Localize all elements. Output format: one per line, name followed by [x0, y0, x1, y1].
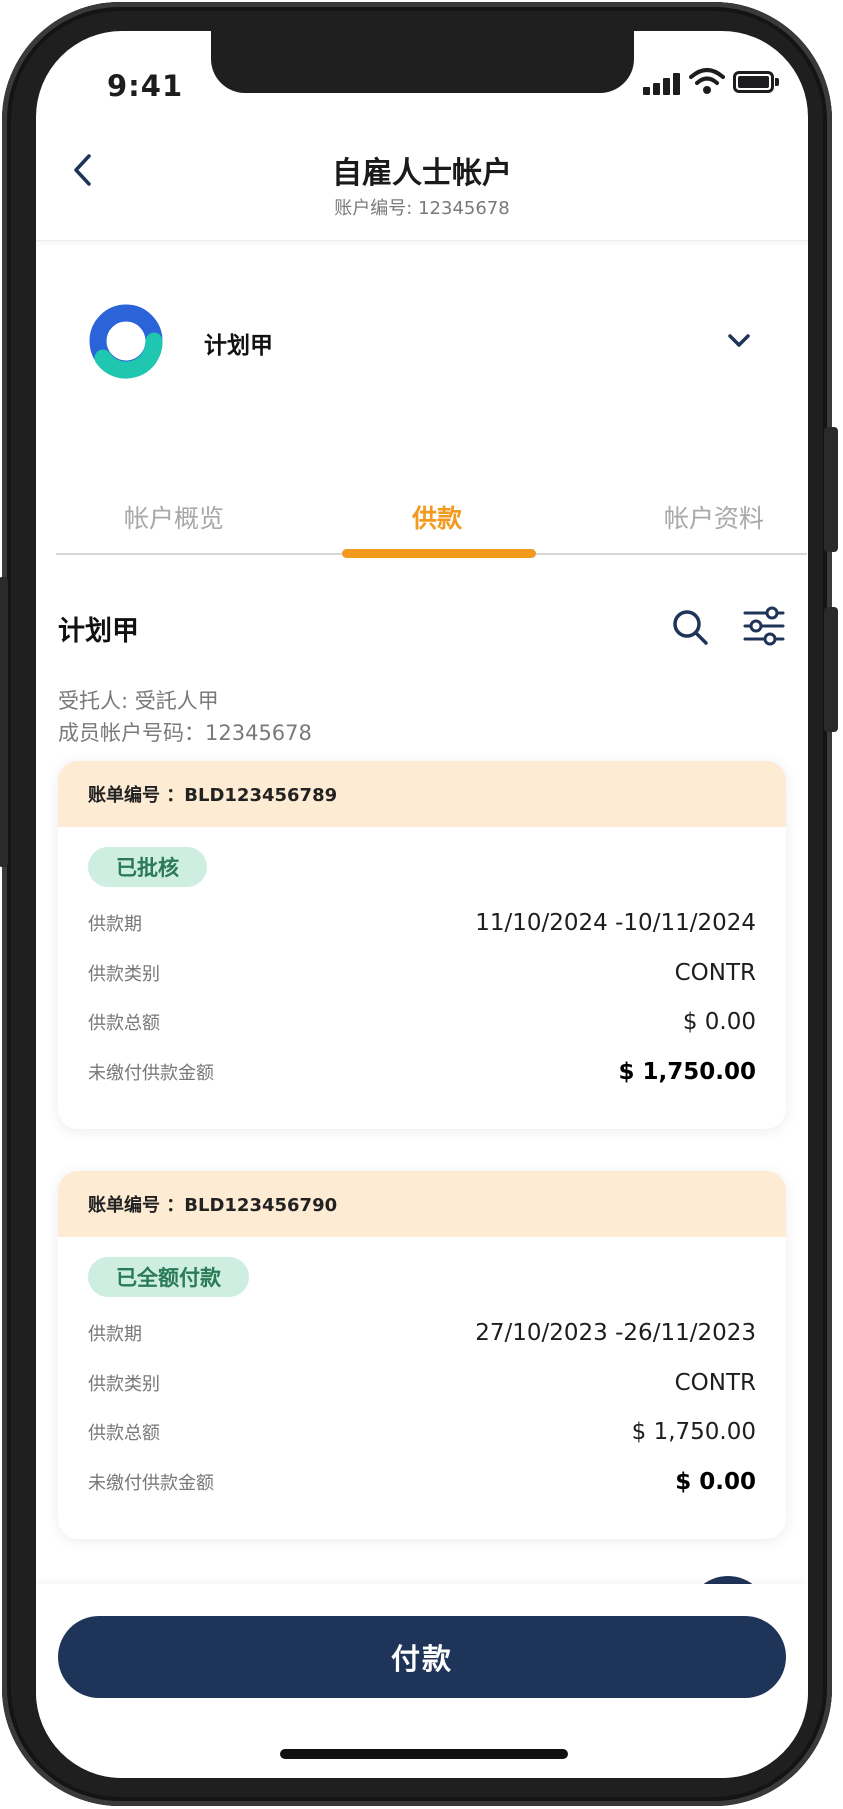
chevron-down-icon[interactable] [726, 331, 752, 351]
bill-card-header: 账单编号 ：BLD123456789 [58, 761, 786, 827]
row-label: 供款类别 [88, 964, 160, 985]
bill-row-total: 供款总额 $ 1,750.00 [88, 1412, 756, 1452]
phone-frame: 9:41 自雇人士帐户 账户编号: 12345678 计划甲 帐户概览 供款 帐… [0, 2, 838, 1806]
section-title: 计划甲 [58, 616, 139, 647]
row-value: $ 0.00 [682, 1009, 756, 1035]
wifi-icon [689, 68, 725, 94]
bill-row-period: 供款期 27/10/2023 -26/11/2023 [88, 1313, 756, 1353]
row-value: 11/10/2024 -10/11/2024 [475, 910, 756, 936]
bill-row-outstanding: 未缴付供款金额 $ 0.00 [88, 1462, 756, 1502]
battery-icon [733, 71, 779, 93]
plan-selector[interactable]: 计划甲 [86, 301, 776, 385]
notch [211, 31, 634, 93]
bill-card[interactable]: 账单编号 ：BLD123456790 已全额付款 供款期 27/10/2023 … [58, 1171, 786, 1539]
pay-button[interactable]: 付款 [58, 1616, 786, 1698]
plan-logo-icon [89, 304, 163, 379]
phone-side-button [824, 427, 838, 552]
plan-name: 计划甲 [204, 333, 273, 359]
bill-row-total: 供款总额 $ 0.00 [88, 1002, 756, 1042]
member-account-info: 成员帐户号码：12345678 [58, 721, 312, 745]
row-label: 未缴付供款金额 [88, 1473, 214, 1494]
home-indicator[interactable] [280, 1749, 568, 1759]
bill-row-outstanding: 未缴付供款金额 $ 1,750.00 [88, 1052, 756, 1092]
row-label: 供款总额 [88, 1013, 160, 1034]
phone-side-button [824, 607, 838, 732]
row-label: 未缴付供款金额 [88, 1063, 214, 1084]
tab-bar: 帐户概览 供款 帐户资料 [56, 479, 807, 558]
status-badge: 已全额付款 [88, 1257, 249, 1297]
row-value: 27/10/2023 -26/11/2023 [475, 1320, 756, 1346]
tab-account-overview[interactable]: 帐户概览 [124, 499, 224, 535]
bill-row-type: 供款类别 CONTR [88, 1363, 756, 1403]
row-label: 供款期 [88, 914, 142, 935]
active-tab-indicator [342, 549, 536, 558]
row-value: $ 1,750.00 [631, 1419, 756, 1445]
trustee-info: 受托人: 受託人甲 [58, 689, 219, 713]
page-header: 自雇人士帐户 账户编号: 12345678 [36, 116, 808, 241]
tab-contributions[interactable]: 供款 [412, 499, 462, 535]
row-value: CONTR [674, 960, 756, 986]
cellular-signal-icon [643, 73, 681, 95]
row-label: 供款总额 [88, 1423, 160, 1444]
bill-row-period: 供款期 11/10/2024 -10/11/2024 [88, 903, 756, 943]
filter-sliders-icon[interactable] [742, 605, 786, 647]
bill-card-header: 账单编号 ：BLD123456790 [58, 1171, 786, 1237]
search-icon[interactable] [670, 607, 710, 647]
bill-card[interactable]: 账单编号 ：BLD123456789 已批核 供款期 11/10/2024 -1… [58, 761, 786, 1129]
row-label: 供款期 [88, 1324, 142, 1345]
row-value: CONTR [674, 1370, 756, 1396]
phone-side-button [0, 577, 8, 867]
row-value: $ 1,750.00 [618, 1059, 756, 1085]
status-time: 9:41 [107, 69, 184, 103]
row-value: $ 0.00 [675, 1469, 756, 1495]
page-title: 自雇人士帐户 [332, 156, 512, 191]
bill-row-type: 供款类别 CONTR [88, 953, 756, 993]
screen: 9:41 自雇人士帐户 账户编号: 12345678 计划甲 帐户概览 供款 帐… [36, 31, 808, 1778]
bill-number: 账单编号 ：BLD123456789 [88, 785, 338, 806]
row-label: 供款类别 [88, 1374, 160, 1395]
status-badge: 已批核 [88, 847, 207, 887]
tab-account-profile[interactable]: 帐户资料 [664, 499, 764, 535]
bill-number: 账单编号 ：BLD123456790 [88, 1195, 338, 1216]
account-number: 账户编号: 12345678 [334, 198, 510, 219]
